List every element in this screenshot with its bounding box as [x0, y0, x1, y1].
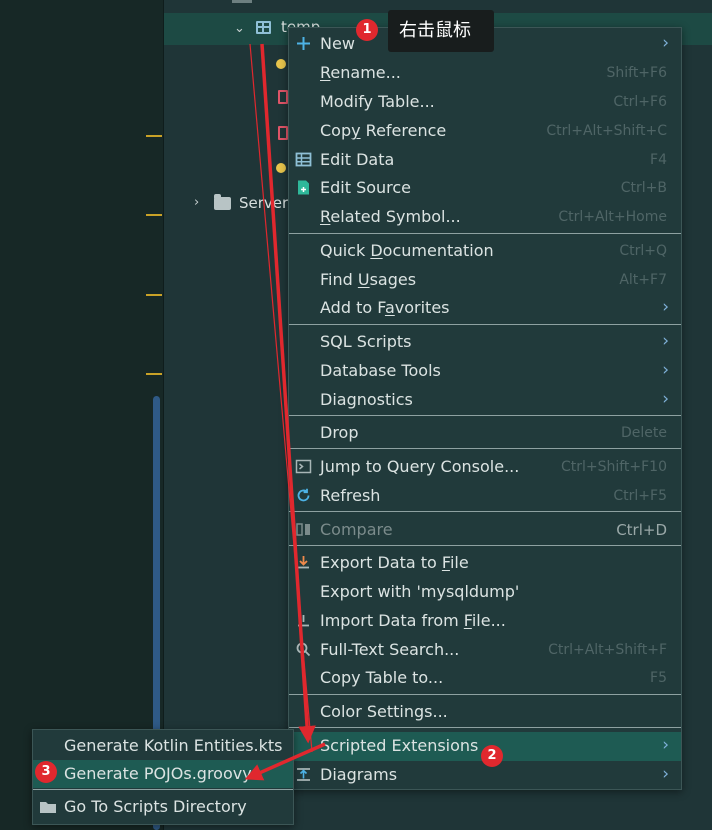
menu-item-jump-to-query-console[interactable]: Jump to Query Console... Ctrl+Shift+F10 — [289, 453, 681, 482]
change-marker — [146, 214, 162, 216]
menu-item-modify-table[interactable]: Modify Table... Ctrl+F6 — [289, 88, 681, 117]
change-marker — [146, 294, 162, 296]
export-icon — [295, 554, 312, 571]
chevron-right-icon: › — [662, 735, 669, 755]
menu-item-sql-scripts[interactable]: SQL Scripts › — [289, 328, 681, 357]
menu-item-quick-documentation[interactable]: Quick Documentation Ctrl+Q — [289, 237, 681, 266]
menu-item-full-text-search[interactable]: Full-Text Search... Ctrl+Alt+Shift+F — [289, 636, 681, 665]
menu-item-find-usages[interactable]: Find Usages Alt+F7 — [289, 266, 681, 295]
menu-separator — [289, 415, 681, 416]
edit-source-icon — [295, 179, 312, 196]
menu-separator — [289, 324, 681, 325]
chevron-right-icon: › — [662, 389, 669, 409]
console-icon — [295, 458, 312, 475]
chevron-right-icon: › — [662, 331, 669, 351]
submenu-item-generate-kotlin[interactable]: Generate Kotlin Entities.kts — [33, 732, 293, 760]
menu-separator — [289, 448, 681, 449]
menu-separator — [289, 694, 681, 695]
change-marker — [146, 373, 162, 375]
key-icon — [276, 163, 286, 173]
change-marker — [146, 135, 162, 137]
menu-separator — [289, 511, 681, 512]
menu-item-import-data-from-file[interactable]: Import Data from File... — [289, 607, 681, 636]
menu-item-color-settings[interactable]: Color Settings... — [289, 698, 681, 727]
left-gutter — [0, 0, 164, 830]
menu-separator — [289, 233, 681, 234]
chevron-right-icon[interactable]: › — [194, 195, 199, 210]
table-icon — [256, 21, 271, 34]
menu-item-related-symbol[interactable]: Related Symbol... Ctrl+Alt+Home — [289, 203, 681, 232]
menu-separator — [289, 545, 681, 546]
menu-item-add-to-favorites[interactable]: Add to Favorites › — [289, 294, 681, 323]
menu-item-edit-source[interactable]: Edit Source Ctrl+B — [289, 174, 681, 203]
menu-item-diagrams[interactable]: Diagrams › — [289, 761, 681, 790]
diagram-icon — [295, 766, 312, 783]
tree-row-fragment — [232, 0, 252, 3]
column-icon — [278, 90, 288, 104]
search-icon — [295, 641, 312, 658]
menu-item-copy-table-to[interactable]: Copy Table to... F5 — [289, 664, 681, 693]
menu-item-export-data-to-file[interactable]: Export Data to File — [289, 549, 681, 578]
menu-item-refresh[interactable]: Refresh Ctrl+F5 — [289, 482, 681, 511]
chevron-right-icon: › — [662, 764, 669, 784]
step-badge-3: 3 — [35, 761, 57, 783]
submenu-item-go-to-scripts[interactable]: Go To Scripts Directory — [33, 793, 293, 821]
menu-item-drop[interactable]: Drop Delete — [289, 419, 681, 448]
submenu-item-generate-pojos[interactable]: Generate POJOs.groovy — [33, 760, 293, 788]
tree-folder-label[interactable]: Server — [239, 194, 288, 212]
chevron-right-icon: › — [662, 360, 669, 380]
scripted-extensions-submenu: Generate Kotlin Entities.kts Generate PO… — [32, 729, 294, 825]
chevron-right-icon: › — [662, 33, 669, 53]
menu-item-rename[interactable]: Rename... Shift+F6 — [289, 59, 681, 88]
step-badge-1: 1 — [356, 19, 378, 41]
step-badge-2: 2 — [481, 745, 503, 767]
menu-item-compare[interactable]: Compare Ctrl+D — [289, 516, 681, 545]
import-icon — [295, 612, 312, 629]
menu-separator — [289, 727, 681, 728]
chevron-right-icon: › — [662, 297, 669, 317]
folder-icon — [40, 802, 56, 813]
folder-icon — [214, 194, 231, 210]
menu-item-database-tools[interactable]: Database Tools › — [289, 357, 681, 386]
refresh-icon — [295, 487, 312, 504]
key-icon — [276, 59, 286, 69]
compare-icon — [295, 521, 312, 538]
menu-item-edit-data[interactable]: Edit Data F4 — [289, 146, 681, 175]
chevron-down-icon[interactable]: ⌄ — [234, 21, 245, 36]
right-click-tooltip: 右击鼠标 — [388, 10, 494, 52]
context-menu: New › Rename... Shift+F6 Modify Table...… — [288, 27, 682, 790]
plus-icon — [295, 35, 312, 52]
menu-item-diagnostics[interactable]: Diagnostics › — [289, 386, 681, 415]
menu-separator — [33, 789, 293, 790]
table-grid-icon — [295, 151, 312, 168]
menu-item-copy-reference[interactable]: Copy Reference Ctrl+Alt+Shift+C — [289, 117, 681, 146]
menu-item-export-mysqldump[interactable]: Export with 'mysqldump' — [289, 578, 681, 607]
column-icon — [278, 126, 288, 140]
